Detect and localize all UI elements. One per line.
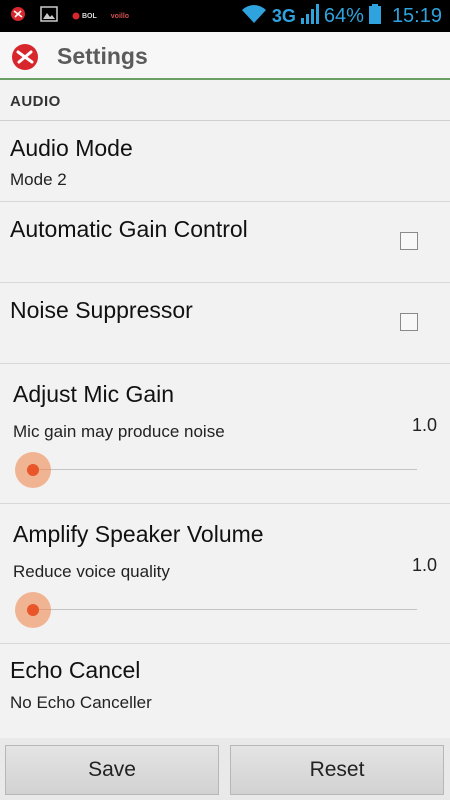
pref-summary: Mode 2 <box>10 170 67 189</box>
slider-thumb[interactable] <box>27 604 39 616</box>
reset-button[interactable]: Reset <box>230 745 444 795</box>
action-bar: Settings <box>0 32 450 80</box>
pref-summary: Mic gain may produce noise <box>13 422 225 441</box>
app-badge-icon: BOL <box>72 12 97 20</box>
wifi-icon <box>241 4 267 29</box>
speaker-volume-slider[interactable] <box>15 592 417 628</box>
agc-checkbox[interactable] <box>400 232 418 250</box>
pref-title: Amplify Speaker Volume <box>13 521 264 547</box>
pref-summary: Reduce voice quality <box>13 562 170 581</box>
pref-title: Audio Mode <box>10 135 133 161</box>
speaker-volume-value: 1.0 <box>411 555 437 575</box>
image-icon <box>40 5 58 27</box>
pref-title: Echo Cancel <box>10 657 141 683</box>
status-bar: BOL voillo 3G 64% 15:19 <box>0 0 450 32</box>
pref-amplify-speaker-volume[interactable]: Amplify Speaker Volume Reduce voice qual… <box>0 504 450 644</box>
settings-list[interactable]: AUDIO Audio Mode Mode 2 Automatic Gain C… <box>0 80 450 738</box>
signal-icon <box>300 3 319 29</box>
battery-percent: 64% <box>323 4 364 27</box>
pref-title: Adjust Mic Gain <box>13 381 175 407</box>
notification-icons: BOL voillo <box>10 5 130 27</box>
save-button[interactable]: Save <box>5 745 219 795</box>
slider-track <box>31 469 417 470</box>
slider-thumb[interactable] <box>27 464 39 476</box>
system-status: 3G 64% 15:19 <box>241 2 442 30</box>
slider-track <box>31 609 417 610</box>
pref-noise-suppressor[interactable]: Noise Suppressor <box>0 283 450 364</box>
section-header-label: AUDIO <box>10 93 61 110</box>
badge-text: BOL <box>82 12 97 20</box>
pref-title: Automatic Gain Control <box>10 216 248 242</box>
pref-automatic-gain-control[interactable]: Automatic Gain Control <box>0 202 450 283</box>
app-notification-icon <box>10 6 26 27</box>
battery-icon <box>368 3 381 29</box>
page-title: Settings <box>57 43 148 69</box>
bottom-button-bar: Save Reset <box>0 738 450 800</box>
mic-gain-slider[interactable] <box>15 452 417 488</box>
clock: 15:19 <box>391 4 442 27</box>
app-logo-icon[interactable] <box>11 43 39 76</box>
voip-app-icon: voillo <box>110 12 130 20</box>
pref-echo-cancel[interactable]: Echo Cancel No Echo Canceller <box>0 644 450 738</box>
network-type: 3G <box>271 5 296 26</box>
section-header-audio: AUDIO <box>0 80 450 121</box>
pref-summary: No Echo Canceller <box>10 693 152 712</box>
pref-adjust-mic-gain[interactable]: Adjust Mic Gain Mic gain may produce noi… <box>0 364 450 504</box>
pref-title: Noise Suppressor <box>10 297 193 323</box>
noise-suppressor-checkbox[interactable] <box>400 313 418 331</box>
mic-gain-value: 1.0 <box>411 415 437 435</box>
pref-audio-mode[interactable]: Audio Mode Mode 2 <box>0 121 450 202</box>
